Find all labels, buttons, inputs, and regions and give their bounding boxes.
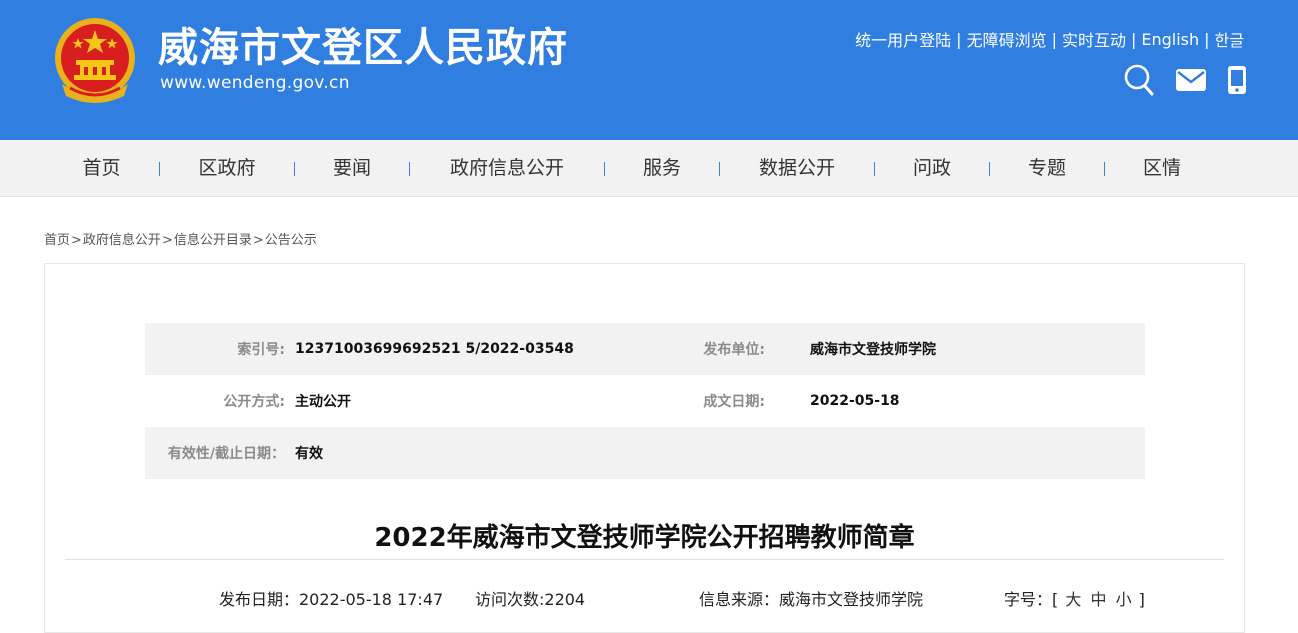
meta-row: 索引号: 12371003699692521 5/2022-03548 发布单位… [145, 323, 1145, 375]
visit-count: 访问次数:2204 [475, 590, 586, 609]
breadcrumb: 首页>政府信息公开>信息公开目录>公告公示 [44, 229, 317, 248]
meta-value-disclosure-method: 主动公开 [295, 394, 351, 410]
nav-item-inquiry[interactable]: 问政 [875, 140, 989, 197]
mobile-icon[interactable] [1228, 66, 1246, 98]
breadcrumb-info-disclosure[interactable]: 政府信息公开 [83, 233, 161, 248]
top-link-separator: | [1204, 29, 1210, 49]
breadcrumb-separator: > [71, 233, 82, 248]
content-panel: 索引号: 12371003699692521 5/2022-03548 发布单位… [44, 263, 1245, 633]
top-link-accessibility[interactable]: 无障碍浏览 [967, 27, 1047, 51]
font-size-large[interactable]: 大 [1065, 590, 1081, 609]
meta-value-doc-date: 2022-05-18 [810, 393, 900, 409]
article-title: 2022年威海市文登技师学院公开招聘教师简章 [374, 523, 915, 553]
top-links: 统一用户登陆 | 无障碍浏览 | 实时互动 | English | 한글 [855, 27, 1244, 51]
font-size-small[interactable]: 小 [1116, 590, 1132, 609]
meta-label-publisher: 发布单位: [703, 342, 765, 358]
breadcrumb-announcements[interactable]: 公告公示 [265, 233, 317, 248]
site-domain: www.wendeng.gov.cn [160, 73, 350, 93]
top-link-english[interactable]: English [1141, 30, 1199, 49]
breadcrumb-info-catalog[interactable]: 信息公开目录 [174, 233, 252, 248]
meta-label-doc-date: 成文日期: [703, 394, 765, 410]
breadcrumb-home[interactable]: 首页 [44, 233, 70, 248]
breadcrumb-separator: > [161, 233, 173, 248]
meta-value-validity: 有效 [295, 446, 323, 462]
nav-item-news[interactable]: 要闻 [295, 140, 409, 197]
nav-item-services[interactable]: 服务 [605, 140, 719, 197]
font-size-control: 字号：[ 大 中 小 ] [1004, 586, 1145, 610]
font-size-medium[interactable]: 中 [1090, 590, 1106, 609]
meta-row: 有效性/截止日期： 有效 [145, 427, 1145, 479]
top-link-user-login[interactable]: 统一用户登陆 [855, 27, 951, 51]
top-link-separator: | [1130, 29, 1137, 49]
site-header: 威海市文登区人民政府 www.wendeng.gov.cn 统一用户登陆 | 无… [0, 0, 1298, 140]
top-link-korean[interactable]: 한글 [1215, 27, 1244, 51]
site-title: 威海市文登区人民政府 [158, 25, 568, 71]
top-link-interaction[interactable]: 实时互动 [1062, 27, 1126, 51]
title-divider [65, 559, 1224, 560]
meta-row: 公开方式: 主动公开 成文日期: 2022-05-18 [145, 375, 1145, 427]
info-source: 信息来源：威海市文登技师学院 [699, 590, 924, 609]
nav-item-open-data[interactable]: 数据公开 [720, 140, 874, 197]
top-icons [1124, 64, 1246, 100]
meta-label-index: 索引号: [237, 342, 285, 358]
nav-item-district-gov[interactable]: 区政府 [160, 140, 294, 197]
meta-table: 索引号: 12371003699692521 5/2022-03548 发布单位… [145, 323, 1145, 479]
meta-label-validity: 有效性/截止日期： [167, 446, 285, 462]
meta-value-index: 12371003699692521 5/2022-03548 [295, 341, 574, 357]
font-size-label: 字号：[ [1004, 590, 1059, 609]
breadcrumb-separator: > [252, 233, 264, 248]
nav-item-home[interactable]: 首页 [44, 140, 159, 197]
publish-date: 发布日期：2022-05-18 17:47 [219, 590, 444, 609]
mail-icon[interactable] [1176, 69, 1206, 95]
main-nav: 首页 区政府 要闻 政府信息公开 服务 数据公开 问政 专题 区情 [0, 140, 1298, 197]
font-size-end: ] [1138, 590, 1145, 609]
top-link-separator: | [1051, 29, 1057, 49]
top-link-separator: | [956, 29, 962, 49]
nav-item-info-disclosure[interactable]: 政府信息公开 [410, 140, 604, 197]
nav-item-topics[interactable]: 专题 [990, 140, 1104, 197]
meta-value-publisher: 威海市文登技师学院 [810, 342, 936, 358]
nav-item-district-info[interactable]: 区情 [1105, 140, 1219, 197]
meta-label-disclosure-method: 公开方式: [223, 394, 285, 410]
search-icon[interactable] [1124, 64, 1154, 100]
national-emblem-icon [55, 18, 135, 103]
